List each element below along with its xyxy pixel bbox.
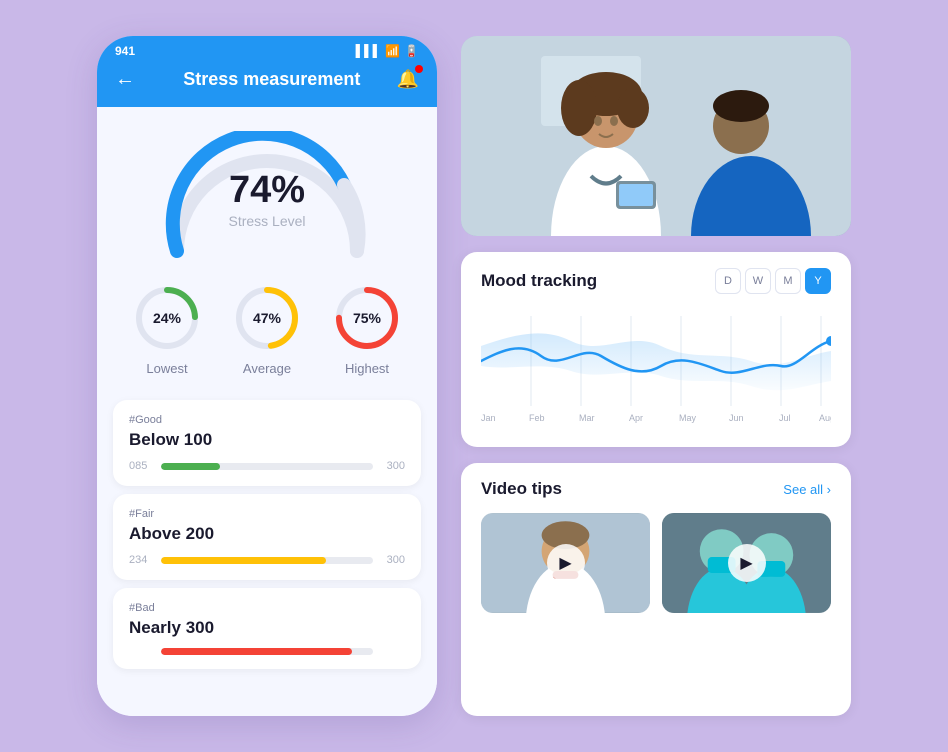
lowest-circle-item: 24% Lowest: [132, 283, 202, 376]
signal-icon: ▌▌▌: [356, 44, 382, 58]
metric-min-good: 085: [129, 460, 153, 472]
svg-text:Jun: Jun: [729, 413, 744, 423]
metric-max-fair: 300: [381, 554, 405, 566]
see-all-link[interactable]: See all ›: [783, 482, 831, 497]
svg-text:Aug: Aug: [819, 413, 831, 423]
video-header: Video tips See all ›: [481, 479, 831, 499]
svg-text:Jul: Jul: [779, 413, 791, 423]
gauge-text: 74% Stress Level: [228, 171, 305, 229]
play-button-1[interactable]: ▶: [547, 544, 585, 582]
metric-fill-good: [161, 463, 220, 470]
svg-text:Mar: Mar: [579, 413, 595, 423]
metric-card-fair: #Fair Above 200 234 300: [113, 494, 421, 580]
svg-text:May: May: [679, 413, 697, 423]
mood-card: Mood tracking D W M Y: [461, 252, 851, 447]
stress-percent: 74%: [228, 171, 305, 209]
phone-body: 74% Stress Level 24% Lowest: [97, 107, 437, 716]
metric-tag-bad: #Bad: [129, 602, 405, 614]
video-thumb-2[interactable]: ▶: [662, 513, 831, 613]
video-thumb-1[interactable]: ▶: [481, 513, 650, 613]
lowest-value: 24%: [153, 310, 181, 326]
mood-header: Mood tracking D W M Y: [481, 268, 831, 294]
metric-title-bad: Nearly 300: [129, 618, 405, 638]
mood-tab-m[interactable]: M: [775, 268, 801, 294]
lowest-ring: 24%: [132, 283, 202, 353]
wifi-icon: 📶: [385, 44, 400, 58]
status-bar: 941 ▌▌▌ 📶 🪫: [97, 36, 437, 58]
metric-tag-good: #Good: [129, 414, 405, 426]
metric-track-good: [161, 463, 373, 470]
metric-title-fair: Above 200: [129, 524, 405, 544]
average-value: 47%: [253, 310, 281, 326]
metric-card-good: #Good Below 100 085 300: [113, 400, 421, 486]
metric-track-bad: [161, 648, 373, 655]
metric-bar-fair: 234 300: [129, 554, 405, 566]
back-icon[interactable]: ←: [115, 68, 135, 91]
metric-fill-bad: [161, 648, 352, 655]
mood-chart-svg: Jan Feb Mar Apr May Jun Jul Aug: [481, 306, 831, 426]
gauge-section: 74% Stress Level: [97, 107, 437, 267]
svg-text:Feb: Feb: [529, 413, 545, 423]
notification-badge: [415, 65, 423, 73]
metric-track-fair: [161, 557, 373, 564]
phone-mockup: 941 ▌▌▌ 📶 🪫 ← Stress measurement 🔔: [97, 36, 437, 716]
highest-value: 75%: [353, 310, 381, 326]
mood-title: Mood tracking: [481, 271, 597, 291]
highest-ring: 75%: [332, 283, 402, 353]
video-card: Video tips See all › ▶: [461, 463, 851, 716]
app-header: ← Stress measurement 🔔: [97, 58, 437, 107]
stress-gauge: 74% Stress Level: [157, 131, 377, 251]
svg-text:Apr: Apr: [629, 413, 643, 423]
metric-fill-fair: [161, 557, 326, 564]
metric-bar-bad: [129, 648, 405, 655]
metric-tag-fair: #Fair: [129, 508, 405, 520]
metric-title-good: Below 100: [129, 430, 405, 450]
stress-label: Stress Level: [228, 213, 305, 229]
svg-text:Jan: Jan: [481, 413, 496, 423]
header-title: Stress measurement: [147, 69, 397, 90]
status-icons: ▌▌▌ 📶 🪫: [356, 44, 419, 58]
doctor-scene-svg: [461, 36, 851, 236]
lowest-label: Lowest: [146, 361, 187, 376]
doctor-card: [461, 36, 851, 236]
right-panel: Mood tracking D W M Y: [461, 36, 851, 716]
highest-circle-item: 75% Highest: [332, 283, 402, 376]
average-ring: 47%: [232, 283, 302, 353]
metric-card-bad: #Bad Nearly 300: [113, 588, 421, 669]
video-grid: ▶ ▶: [481, 513, 831, 613]
circles-row: 24% Lowest 47% Average: [97, 267, 437, 392]
video-title: Video tips: [481, 479, 562, 499]
play-button-2[interactable]: ▶: [728, 544, 766, 582]
mood-tab-y[interactable]: Y: [805, 268, 831, 294]
mood-tabs: D W M Y: [715, 268, 831, 294]
status-time: 941: [115, 44, 135, 58]
highest-label: Highest: [345, 361, 389, 376]
average-label: Average: [243, 361, 291, 376]
metric-min-fair: 234: [129, 554, 153, 566]
mood-tab-w[interactable]: W: [745, 268, 771, 294]
metric-max-good: 300: [381, 460, 405, 472]
battery-icon: 🪫: [404, 44, 419, 58]
mood-tab-d[interactable]: D: [715, 268, 741, 294]
metric-bar-good: 085 300: [129, 460, 405, 472]
average-circle-item: 47% Average: [232, 283, 302, 376]
doctor-image: [461, 36, 851, 236]
